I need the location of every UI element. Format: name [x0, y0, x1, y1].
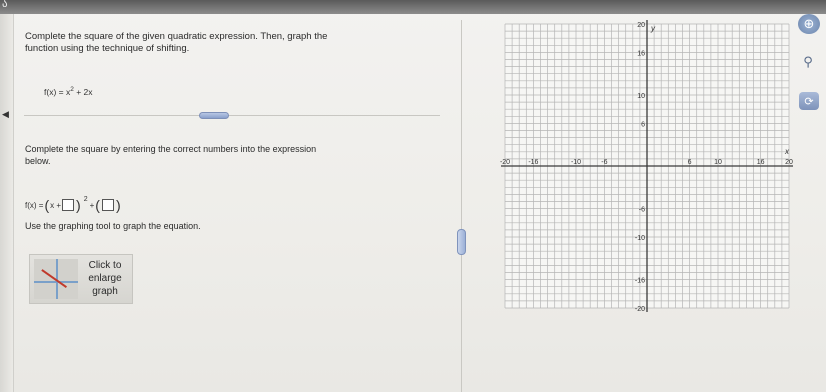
- enlarge-graph-button[interactable]: Click to enlarge graph: [29, 254, 133, 304]
- graph-thumbnail-icon: [34, 259, 78, 299]
- zoom-in-icon[interactable]: ⊕: [798, 14, 820, 34]
- y-tick-label: -10: [635, 235, 645, 242]
- close-paren-2: ): [115, 197, 121, 213]
- open-paren-2: (: [95, 197, 100, 213]
- left-panel-edge: ◀: [0, 14, 14, 392]
- answer-x-plus: x +: [50, 200, 62, 210]
- x-tick-label: -10: [571, 159, 581, 166]
- y-tick-label: -6: [639, 207, 645, 214]
- answer-box-2[interactable]: [101, 199, 114, 211]
- x-tick-label: 10: [714, 159, 722, 166]
- instruction-line-1: Complete the square by entering the corr…: [25, 144, 317, 154]
- given-function: f(x) = x2 + 2x: [44, 86, 93, 97]
- question-line-2: function using the technique of shifting…: [25, 43, 190, 54]
- enlarge-line-3: graph: [92, 286, 118, 297]
- coordinate-grid[interactable]: -20 -16 -10 -6 6 10 16 202016106-6-10-16-20xy: [497, 18, 793, 313]
- graph-instruction: Use the graphing tool to graph the equat…: [25, 221, 201, 231]
- x-tick-label: -16: [528, 159, 538, 166]
- x-tick-label: 20: [785, 159, 793, 166]
- divider-handle[interactable]: [199, 112, 229, 119]
- y-tick-label: 20: [637, 22, 645, 29]
- enlarge-line-1: Click to: [88, 260, 122, 271]
- answer-expression: f(x) = ( x + ) 2 + ( ): [25, 195, 122, 215]
- section-divider: [24, 115, 440, 116]
- instruction-line-2: below.: [25, 156, 51, 166]
- y-tick-label: -16: [635, 278, 645, 285]
- reset-icon[interactable]: ⟳: [799, 92, 819, 110]
- question-line-1: Complete the square of the given quadrat…: [25, 31, 328, 42]
- x-tick-label: 16: [757, 159, 765, 166]
- function-lhs: f(x) = x: [44, 86, 71, 97]
- enlarge-line-2: enlarge: [88, 273, 122, 284]
- y-tick-label: -20: [635, 306, 645, 312]
- answer-exponent: 2: [83, 195, 88, 203]
- y-tick-label: 16: [637, 50, 645, 57]
- question-text: Complete the square of the given quadrat…: [25, 31, 405, 55]
- corner-icon: ა: [2, 0, 8, 10]
- answer-plus: +: [89, 200, 95, 210]
- zoom-out-icon[interactable]: ⚲: [796, 52, 820, 72]
- instruction-text: Complete the square by entering the corr…: [25, 143, 415, 167]
- enlarge-button-label: Click to enlarge graph: [82, 259, 128, 298]
- answer-box-1[interactable]: [62, 199, 75, 211]
- collapse-arrow-icon[interactable]: ◀: [2, 109, 9, 120]
- answer-lhs: f(x) =: [25, 200, 44, 210]
- graph-area[interactable]: -20 -16 -10 -6 6 10 16 20 20 16 10 6 -6 -10 -16 -20 x y: [497, 18, 793, 317]
- panel-resize-handle[interactable]: [457, 229, 466, 255]
- function-rhs: + 2x: [73, 86, 93, 97]
- open-paren: (: [44, 197, 50, 213]
- close-paren: ): [76, 197, 81, 213]
- x-tick-label: -20: [500, 159, 510, 166]
- panel-separator: [461, 20, 462, 392]
- x-tick-label: 6: [688, 159, 692, 166]
- y-tick-label: 10: [637, 93, 645, 100]
- x-tick-label: -6: [601, 159, 607, 166]
- y-tick-label: 6: [641, 121, 645, 128]
- top-bar: ა: [0, 0, 826, 14]
